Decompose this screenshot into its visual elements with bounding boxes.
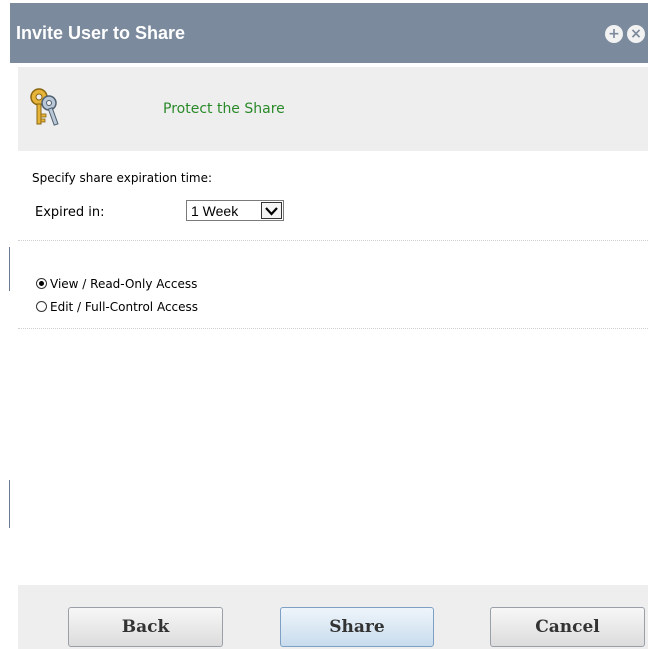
access-option-label: View / Read-Only Access <box>50 277 198 291</box>
divider <box>18 240 648 241</box>
invite-share-dialog: Invite User to Share + × Protect the Sha… <box>10 3 648 649</box>
expired-in-label: Expired in: <box>35 205 105 220</box>
expiration-select-value: 1 Week <box>191 203 239 219</box>
chevron-down-icon[interactable] <box>261 202 282 219</box>
dialog-title: Invite User to Share <box>16 23 186 43</box>
share-button[interactable]: Share <box>280 607 434 647</box>
header-title: Protect the Share <box>163 101 285 117</box>
radio-button[interactable] <box>36 278 47 289</box>
dialog-titlebar: Invite User to Share + × <box>10 3 648 63</box>
dialog-frame <box>10 63 18 649</box>
cancel-button[interactable]: Cancel <box>490 607 645 647</box>
back-button[interactable]: Back <box>68 607 223 647</box>
keys-icon <box>30 88 59 126</box>
expiration-select[interactable]: 1 Week <box>186 200 284 221</box>
divider <box>18 328 648 329</box>
close-circle-icon[interactable]: × <box>627 25 645 43</box>
dialog-footer: Back Share Cancel <box>18 585 648 649</box>
expiration-section-label: Specify share expiration time: <box>32 171 213 185</box>
access-option-read-only[interactable]: View / Read-Only Access <box>36 277 197 291</box>
radio-button[interactable] <box>36 301 47 312</box>
plus-circle-icon[interactable]: + <box>605 25 623 43</box>
access-option-label: Edit / Full-Control Access <box>50 300 199 314</box>
access-option-full-control[interactable]: Edit / Full-Control Access <box>36 300 198 314</box>
page-edge <box>0 0 10 649</box>
section-header: Protect the Share <box>18 67 648 151</box>
